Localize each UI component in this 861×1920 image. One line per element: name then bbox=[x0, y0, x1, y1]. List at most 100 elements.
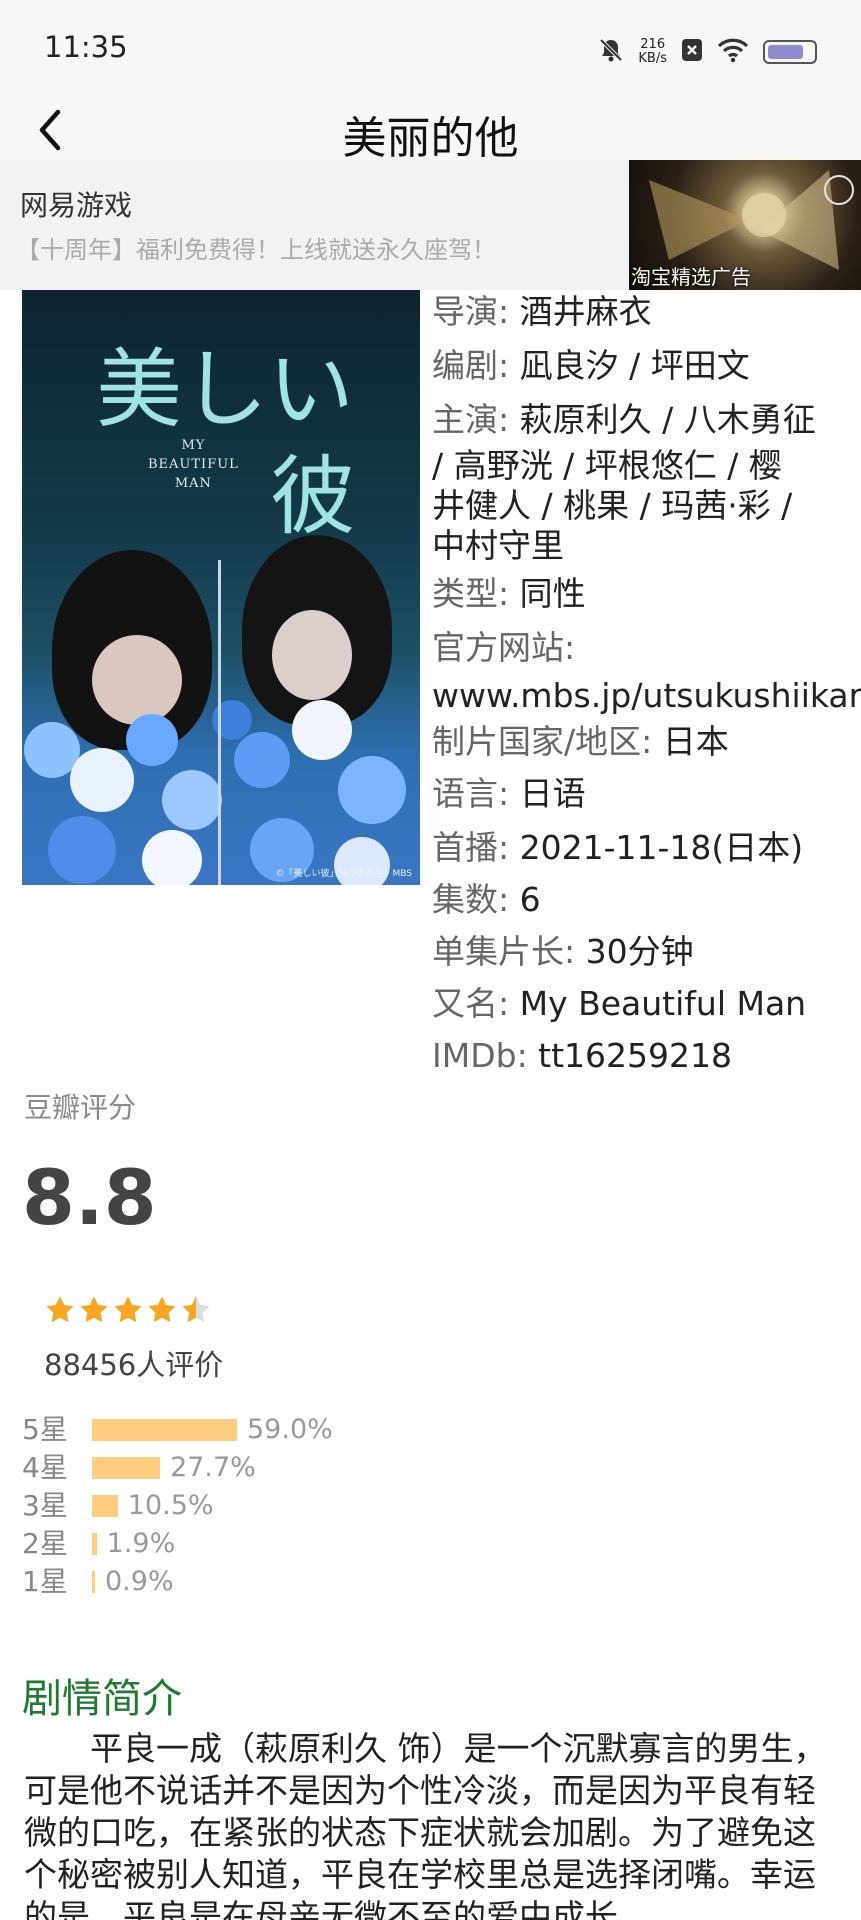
writer-value[interactable]: 凪良汐 / 坪田文 bbox=[520, 346, 750, 385]
ad-subtitle[interactable]: 【十周年】福利免费得！上线就送永久座驾！ bbox=[16, 230, 496, 265]
country-label: 制片国家/地区 bbox=[432, 722, 642, 761]
director-label: 导演 bbox=[432, 292, 498, 331]
dist-pct: 59.0% bbox=[247, 1414, 333, 1445]
cast-row: 主演: 萩原利久 / 八木勇征 bbox=[432, 400, 816, 440]
poster-image[interactable]: 美しい 彼 MY BEAUTIFUL MAN ©「美しい彼」製作委員会・MBS bbox=[22, 290, 420, 885]
aka-row: 又名: My Beautiful Man bbox=[432, 984, 806, 1024]
dist-bar bbox=[92, 1495, 118, 1517]
star-icon bbox=[114, 1296, 142, 1323]
poster-jp-title: 美しい bbox=[96, 340, 354, 440]
website-label-row: 官方网站: bbox=[432, 628, 575, 668]
synopsis-text: 平良一成（萩原利久 饰）是一个沉默寡言的男生，可是他不说话并不是因为个性冷淡，而… bbox=[24, 1729, 827, 1920]
ad-image[interactable]: 淘宝精选广告 bbox=[629, 160, 861, 290]
colon: : bbox=[498, 346, 520, 385]
dist-row-1: 1星 0.9% bbox=[22, 1565, 442, 1599]
language-label: 语言 bbox=[432, 774, 498, 813]
battery-level bbox=[768, 45, 803, 59]
star-rating bbox=[44, 1294, 212, 1326]
dist-row-3: 3星 10.5% bbox=[22, 1489, 442, 1523]
imdb-label: IMDb bbox=[432, 1036, 517, 1075]
runtime-label: 单集片长 bbox=[432, 932, 564, 971]
nav-bar: 美丽的他 bbox=[0, 100, 861, 164]
colon: : bbox=[498, 292, 520, 331]
ad-banner[interactable]: 网易游戏 【十周年】福利免费得！上线就送永久座驾！ 淘宝精选广告 bbox=[0, 160, 861, 290]
mute-bell-icon bbox=[598, 37, 624, 67]
aka-label: 又名 bbox=[432, 984, 498, 1023]
dist-star-label: 4星 bbox=[22, 1451, 68, 1484]
status-time: 11:35 bbox=[44, 30, 128, 64]
dist-row-5: 5星 59.0% bbox=[22, 1413, 442, 1447]
poster-flowers bbox=[24, 700, 406, 885]
runtime-value: 30分钟 bbox=[585, 932, 694, 971]
runtime-row: 单集片长: 30分钟 bbox=[432, 932, 694, 972]
star-icon bbox=[182, 1296, 210, 1323]
premiere-row: 首播: 2021-11-18(日本) bbox=[432, 828, 803, 868]
colon: : bbox=[498, 880, 520, 919]
colon: : bbox=[516, 1036, 539, 1075]
poster-copyright: ©「美しい彼」製作委員会・MBS bbox=[275, 869, 413, 879]
wifi-icon bbox=[717, 37, 749, 67]
poster-divider bbox=[218, 560, 221, 885]
cast-line[interactable]: 井健人 / 桃果 / 玛茜·彩 / bbox=[432, 486, 792, 526]
poster-jp-title-2: 彼 bbox=[270, 447, 356, 547]
poster-en-line: MY bbox=[181, 438, 206, 453]
rating-count[interactable]: 88456人评价 bbox=[44, 1342, 223, 1384]
dist-pct: 1.9% bbox=[106, 1528, 176, 1559]
colon: : bbox=[564, 932, 586, 971]
cast-line[interactable]: 萩原利久 / 八木勇征 bbox=[520, 400, 816, 439]
page-title: 美丽的他 bbox=[342, 113, 519, 164]
dist-bar bbox=[92, 1457, 161, 1479]
colon: : bbox=[498, 574, 520, 613]
genre-label: 类型 bbox=[432, 574, 498, 613]
colon: : bbox=[498, 774, 520, 813]
colon: : bbox=[641, 722, 663, 761]
language-value: 日语 bbox=[519, 774, 586, 813]
genre-row: 类型: 同性 bbox=[432, 574, 586, 614]
colon: : bbox=[498, 828, 520, 867]
cast-line[interactable]: / 高野洸 / 坪根悠仁 / 樱 bbox=[432, 446, 782, 486]
net-speed-value: 216 bbox=[640, 37, 666, 52]
dist-pct: 0.9% bbox=[105, 1566, 174, 1597]
dist-pct: 27.7% bbox=[170, 1452, 256, 1483]
imdb-row: IMDb: tt16259218 bbox=[432, 1036, 732, 1076]
dist-bar bbox=[92, 1533, 97, 1555]
director-value[interactable]: 酒井麻衣 bbox=[520, 292, 652, 331]
poster-en-line: MAN bbox=[174, 476, 212, 491]
synopsis-title: 剧情简介 bbox=[22, 1676, 182, 1722]
cast-line[interactable]: 中村守里 bbox=[432, 526, 564, 566]
star-icon bbox=[148, 1296, 176, 1323]
dist-star-label: 3星 bbox=[22, 1489, 68, 1522]
episodes-row: 集数: 6 bbox=[432, 880, 541, 920]
website-label: 官方网站 bbox=[432, 628, 564, 667]
dist-star-label: 5星 bbox=[22, 1413, 68, 1446]
genre-value: 同性 bbox=[519, 574, 586, 613]
episodes-value: 6 bbox=[519, 880, 541, 919]
language-row: 语言: 日语 bbox=[432, 774, 586, 814]
dist-bar bbox=[92, 1571, 95, 1593]
rating-label: 豆瓣评分 bbox=[24, 1091, 137, 1124]
status-bar: 11:35 216 KB/s bbox=[0, 0, 861, 100]
website-link[interactable]: www.mbs.jp/utsukushiikare bbox=[432, 676, 861, 716]
poster-en-title: MY BEAUTIFUL MAN bbox=[148, 436, 239, 493]
writer-label: 编剧 bbox=[432, 346, 498, 385]
dist-star-label: 1星 bbox=[22, 1565, 68, 1598]
colon: : bbox=[498, 984, 520, 1023]
dist-row-2: 2星 1.9% bbox=[22, 1527, 442, 1561]
premiere-label: 首播 bbox=[432, 828, 498, 867]
episodes-label: 集数 bbox=[432, 880, 498, 919]
premiere-value: 2021-11-18(日本) bbox=[519, 828, 804, 867]
no-sim-icon bbox=[681, 37, 703, 67]
poster-en-line: BEAUTIFUL bbox=[148, 457, 239, 472]
status-icons: 216 KB/s bbox=[598, 34, 817, 70]
country-row: 制片国家/地区: 日本 bbox=[432, 722, 729, 762]
ad-label: 淘宝精选广告 bbox=[631, 265, 751, 289]
battery-icon bbox=[763, 40, 817, 64]
country-value: 日本 bbox=[662, 722, 729, 761]
ad-title[interactable]: 网易游戏 bbox=[20, 184, 132, 224]
star-icon bbox=[80, 1296, 108, 1323]
imdb-value[interactable]: tt16259218 bbox=[538, 1036, 732, 1075]
colon: : bbox=[564, 628, 576, 667]
dist-row-4: 4星 27.7% bbox=[22, 1451, 442, 1485]
star-icon bbox=[46, 1296, 74, 1323]
cast-label: 主演 bbox=[432, 400, 498, 439]
